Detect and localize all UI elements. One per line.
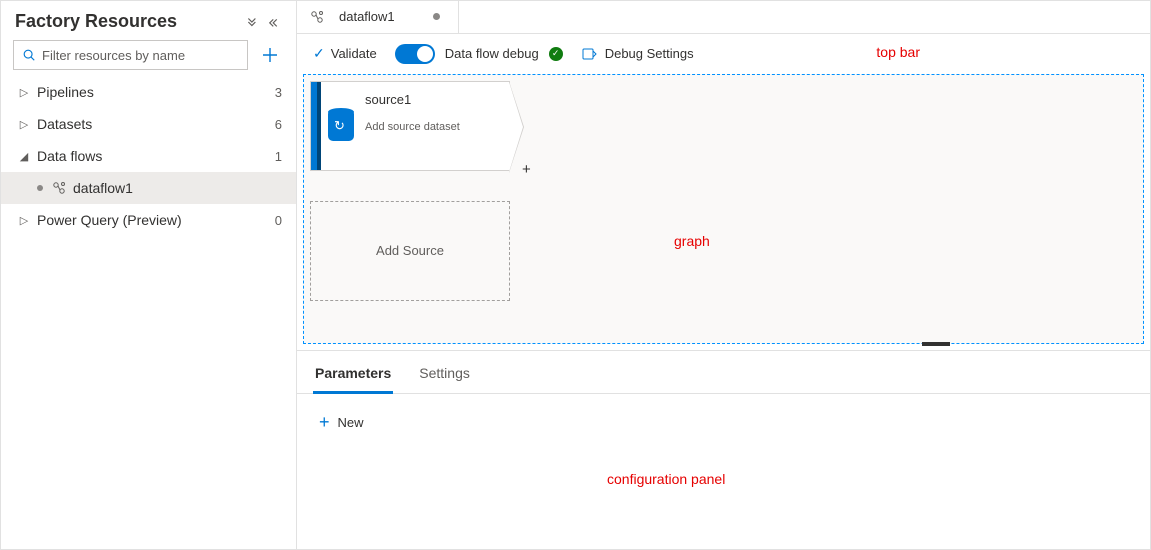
source-node[interactable]: source1 Add source dataset [310,81,510,171]
tab-label: dataflow1 [339,9,395,24]
collapse-sidebar-icon[interactable] [268,15,282,29]
annotation-config: configuration panel [607,471,725,487]
validate-button[interactable]: ✓ Validate [313,45,377,62]
tree-item-dataflows[interactable]: ◢ Data flows 1 [1,140,296,172]
tree-item-dataflow1[interactable]: dataflow1 [1,172,296,204]
node-subtitle: Add source dataset [365,121,501,133]
debug-settings-button[interactable]: Debug Settings [581,46,694,62]
settings-gear-icon [581,46,597,62]
database-icon [328,111,354,141]
dataflow-icon [51,180,67,196]
expand-all-icon[interactable] [244,15,258,29]
tab-dataflow1[interactable]: dataflow1 [297,1,459,33]
node-name: source1 [365,92,501,107]
add-resource-button[interactable] [256,40,284,70]
sidebar-title: Factory Resources [15,11,244,32]
toolbar: ✓ Validate Data flow debug ✓ Debug Setti… [297,34,1150,74]
checkmark-icon: ✓ [313,45,325,62]
tree-item-powerquery[interactable]: ▷ Power Query (Preview) 0 [1,204,296,236]
chevron-right-icon: ▷ [19,214,29,227]
sidebar: Factory Resources [1,1,297,549]
annotation-graph: graph [674,233,710,249]
add-source-button[interactable]: Add Source [310,201,510,301]
add-step-button[interactable]: + [522,161,531,178]
annotation-topbar: top bar [876,44,920,60]
plus-icon: + [319,412,330,433]
dataflow-icon [309,9,325,25]
configuration-panel: Parameters Settings + New configuration … [297,350,1150,549]
tab-parameters[interactable]: Parameters [313,359,393,394]
graph-canvas[interactable]: source1 Add source dataset + Add Source … [303,74,1144,344]
tree-item-datasets[interactable]: ▷ Datasets 6 [1,108,296,140]
tree-item-pipelines[interactable]: ▷ Pipelines 3 [1,76,296,108]
unsaved-dot-icon [433,13,440,20]
new-parameter-button[interactable]: + New [319,412,364,433]
unsaved-dot-icon [37,185,43,191]
chevron-down-icon: ◢ [19,150,29,163]
debug-toggle-label: Data flow debug [445,46,539,61]
chevron-right-icon: ▷ [19,86,29,99]
filter-input[interactable] [42,48,239,63]
main: dataflow1 ✓ Validate Data flow debug ✓ D… [297,1,1150,549]
filter-box[interactable] [13,40,248,70]
tab-settings[interactable]: Settings [417,359,472,393]
editor-tabbar: dataflow1 [297,1,1150,34]
status-ok-icon: ✓ [549,47,563,61]
chevron-right-icon: ▷ [19,118,29,131]
dataflow-debug-toggle[interactable] [395,44,435,64]
resource-tree: ▷ Pipelines 3 ▷ Datasets 6 ◢ Data flows … [1,76,296,236]
search-icon [22,48,36,62]
